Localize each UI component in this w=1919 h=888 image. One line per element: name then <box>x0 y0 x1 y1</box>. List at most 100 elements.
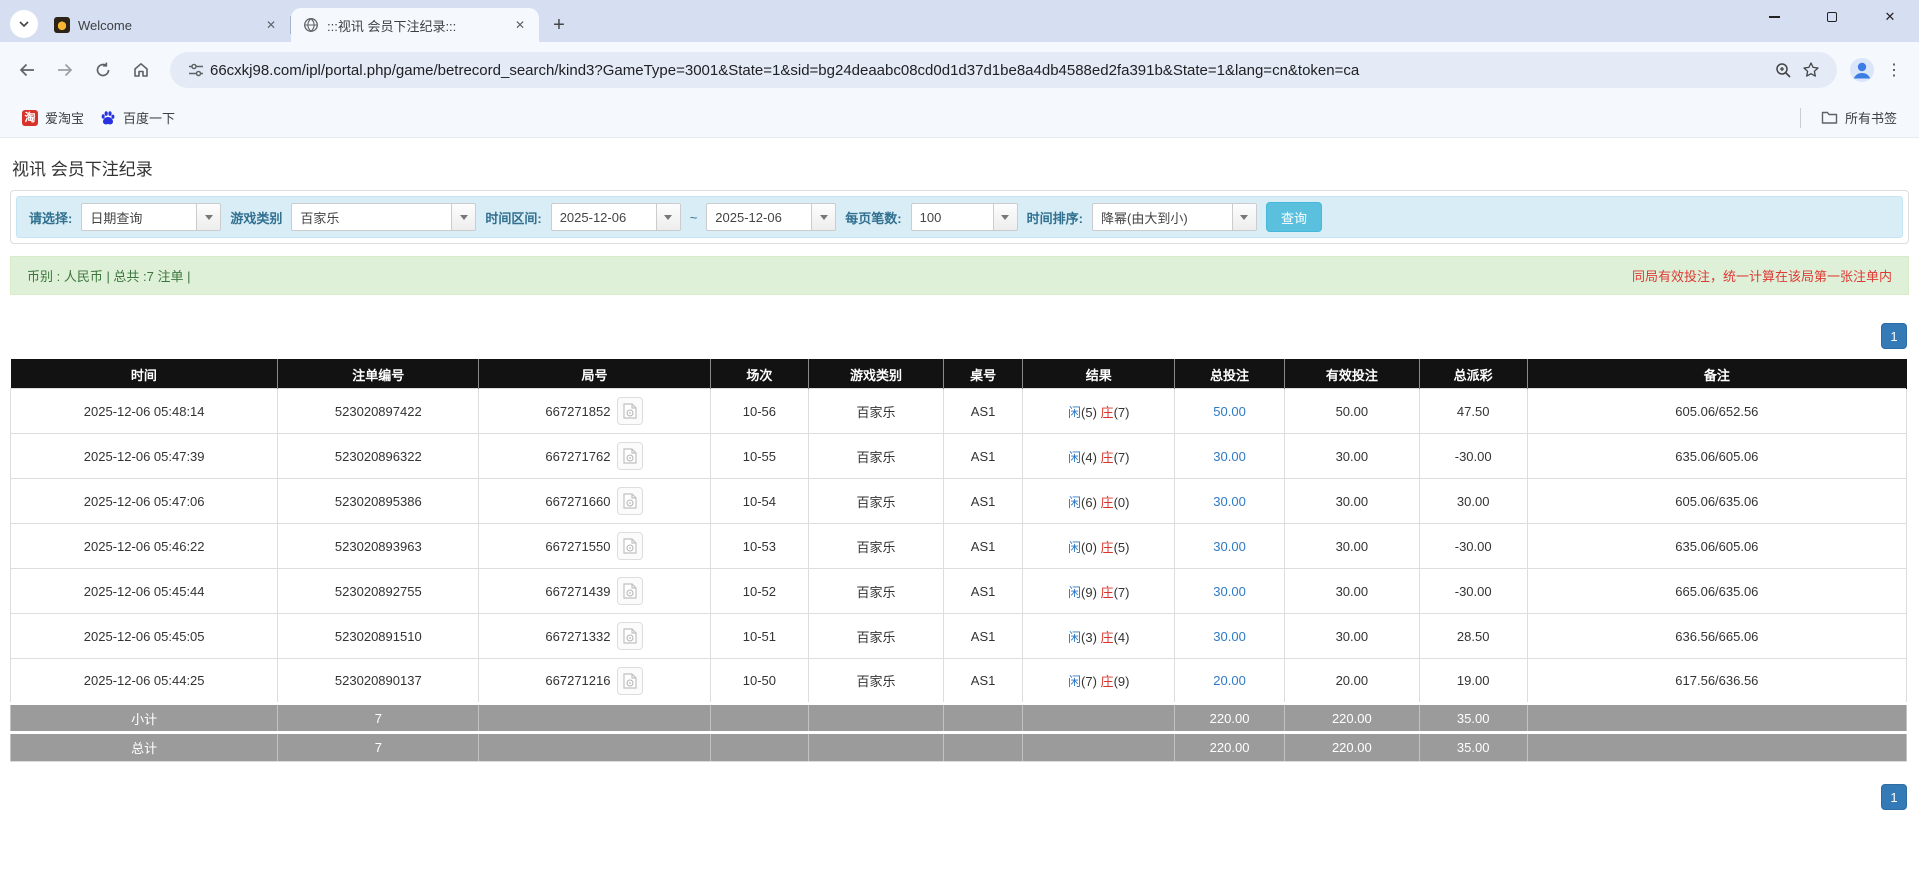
game-type-label: 游戏类别 <box>230 210 283 226</box>
caret-down-icon <box>1240 214 1249 220</box>
result-banker-score: (0) <box>1113 494 1130 510</box>
forward-icon <box>58 63 73 77</box>
page-size-dropdown-button[interactable] <box>992 203 1018 231</box>
cell-valid-bet: 30.00 <box>1284 613 1420 659</box>
sort-dropdown-button[interactable] <box>1231 203 1257 231</box>
cell-payout: 19.00 <box>1418 658 1528 704</box>
result-banker-score: (7) <box>1113 404 1130 420</box>
header-time: 时间 <box>10 359 279 389</box>
pagination-top: 1 <box>0 323 1919 349</box>
bookmark-baidu[interactable]: 百度一下 <box>92 103 183 132</box>
query-type-dropdown-button[interactable] <box>196 203 222 231</box>
browser-menu-button[interactable]: ⋮ <box>1879 53 1909 87</box>
total-row: 总计 7 220.00 220.00 35.00 <box>9 731 1908 762</box>
date-from-input[interactable] <box>550 203 656 231</box>
tab-search-button[interactable] <box>10 10 38 38</box>
tab-welcome[interactable]: Welcome ✕ <box>42 8 290 42</box>
cell-result: 闲(0) 庄(5) <box>1022 523 1176 569</box>
video-file-icon <box>623 493 638 509</box>
refresh-button[interactable] <box>86 53 120 87</box>
new-tab-button[interactable]: + <box>545 11 573 39</box>
result-banker-label: 庄 <box>1100 449 1114 465</box>
video-replay-button[interactable] <box>617 532 644 560</box>
game-type-dropdown-button[interactable] <box>451 203 477 231</box>
cell-total-bet[interactable]: 20.00 <box>1213 673 1246 688</box>
date-to-input[interactable] <box>706 203 812 231</box>
video-replay-button[interactable] <box>617 397 644 425</box>
date-to-dropdown-button[interactable] <box>811 203 837 231</box>
filter-bar: 请选择: 游戏类别 时间区间: ~ 每页笔数: <box>16 196 1903 238</box>
cell-game: 百家乐 <box>808 568 944 614</box>
filter-panel: 请选择: 游戏类别 时间区间: ~ 每页笔数: <box>10 190 1909 244</box>
zoom-page-button[interactable] <box>1769 56 1797 84</box>
result-banker-score: (9) <box>1113 674 1130 689</box>
video-replay-button[interactable] <box>617 622 644 650</box>
cell-round-id: 667271550 <box>545 538 611 554</box>
video-replay-button[interactable] <box>617 442 644 470</box>
minimize-button[interactable] <box>1745 0 1803 34</box>
all-bookmarks-button[interactable]: 所有书签 <box>1813 103 1905 132</box>
cell-table: AS1 <box>942 388 1024 434</box>
header-total-bet: 总投注 <box>1174 359 1286 389</box>
baidu-paw-icon <box>100 110 116 126</box>
home-button[interactable] <box>124 53 158 87</box>
date-from-dropdown-button[interactable] <box>655 203 681 231</box>
page-number-button[interactable]: 1 <box>1881 323 1907 349</box>
total-count: 7 <box>277 731 480 762</box>
cell-session: 10-53 <box>709 523 810 569</box>
cell-total-bet[interactable]: 30.00 <box>1213 539 1246 554</box>
sort-input[interactable] <box>1091 203 1232 231</box>
forward-button[interactable] <box>48 53 82 87</box>
cell-total-bet[interactable]: 30.00 <box>1213 449 1246 464</box>
currency-total-text: 币别 : 人民币 | 总共 :7 注单 | <box>27 269 191 284</box>
valid-bet-notice: 同局有效投注，统一计算在该局第一张注单内 <box>1631 269 1892 284</box>
site-settings-icon[interactable] <box>182 56 210 84</box>
profile-avatar[interactable] <box>1845 53 1879 87</box>
query-type-input[interactable] <box>81 203 197 231</box>
cell-total-bet[interactable]: 30.00 <box>1213 584 1246 599</box>
cell-session: 10-50 <box>709 658 810 704</box>
cell-payout: 30.00 <box>1418 478 1528 524</box>
header-session: 场次 <box>710 359 810 389</box>
cell-result: 闲(6) 庄(0) <box>1022 478 1176 524</box>
tab-betrecord[interactable]: :::视讯 会员下注纪录::: ✕ <box>291 8 539 42</box>
search-button[interactable]: 查询 <box>1265 202 1322 232</box>
cell-game: 百家乐 <box>808 613 944 659</box>
cell-total-bet[interactable]: 30.00 <box>1213 629 1246 644</box>
cell-note: 605.06/635.06 <box>1526 478 1908 524</box>
table-header-row: 时间 注单编号 局号 场次 游戏类别 桌号 结果 总投注 有效投注 总派彩 备注 <box>10 359 1908 389</box>
cell-total-bet[interactable]: 50.00 <box>1213 404 1246 419</box>
page-size-input[interactable] <box>910 203 993 231</box>
avatar-icon <box>1850 58 1874 82</box>
back-button[interactable] <box>10 53 44 87</box>
close-icon[interactable]: ✕ <box>511 16 529 34</box>
pagination-bottom: 1 <box>0 784 1919 810</box>
total-total-bet: 220.00 <box>1174 731 1286 762</box>
result-banker-label: 庄 <box>1100 404 1114 420</box>
page-number-button[interactable]: 1 <box>1881 784 1907 810</box>
cell-note: 605.06/652.56 <box>1526 388 1908 434</box>
address-bar[interactable]: 66cxkj98.com/ipl/portal.php/game/betreco… <box>170 52 1837 88</box>
bookmark-star-button[interactable] <box>1797 56 1825 84</box>
table-row: 2025-12-06 05:46:22 523020893963 6672715… <box>9 523 1908 569</box>
result-player-score: (6) <box>1081 494 1101 510</box>
cell-session: 10-52 <box>709 568 810 614</box>
bookmark-taobao[interactable]: 淘 爱淘宝 <box>14 103 92 132</box>
video-replay-button[interactable] <box>617 577 644 605</box>
result-player-label: 闲 <box>1068 494 1082 510</box>
cell-game: 百家乐 <box>808 433 944 479</box>
caret-down-icon <box>664 214 673 220</box>
table-row: 2025-12-06 05:48:14 523020897422 6672718… <box>9 388 1908 434</box>
video-replay-button[interactable] <box>617 666 644 695</box>
video-replay-button[interactable] <box>617 487 644 515</box>
game-type-input[interactable] <box>291 203 452 231</box>
cell-total-bet[interactable]: 30.00 <box>1213 494 1246 509</box>
date-range-tilde: ~ <box>689 209 698 225</box>
bet-records-table: 时间 注单编号 局号 场次 游戏类别 桌号 结果 总投注 有效投注 总派彩 备注… <box>9 359 1908 762</box>
bookmark-label: 爱淘宝 <box>45 111 85 126</box>
close-window-button[interactable]: ✕ <box>1861 0 1919 34</box>
window-controls: ✕ <box>1745 0 1919 34</box>
maximize-button[interactable] <box>1803 0 1861 34</box>
date-from-combobox <box>550 203 681 231</box>
close-icon[interactable]: ✕ <box>262 16 280 34</box>
